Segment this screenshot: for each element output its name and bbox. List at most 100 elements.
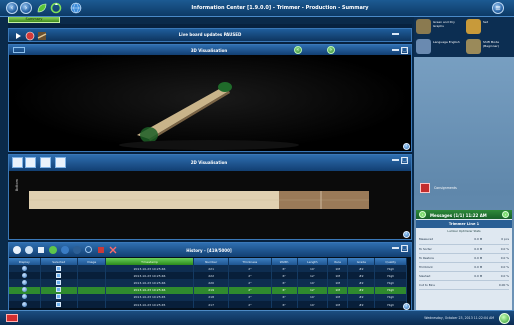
board-thumbnail-icon[interactable] [37,31,47,41]
alarm-icon[interactable] [6,314,18,322]
length-cell: 12' [297,272,329,280]
connection-ok-icon[interactable] [499,313,510,324]
tile-language[interactable]: Language English [414,37,464,57]
next-message-icon[interactable]: › [502,211,509,218]
table-row[interactable]: 2013-10-23 10:25:45 217 2" 6" 10' 1M #2 High [9,300,407,309]
select-checkbox[interactable] [56,301,62,307]
columns-icon[interactable] [40,157,51,168]
clock-icon[interactable] [72,245,82,255]
consignments-label[interactable]: Consignments [434,186,457,190]
display-toggle-icon[interactable] [21,301,27,307]
table-row[interactable]: 2013-10-23 10:25:46 220 2" 6" 10' 1M #2 High [9,279,407,287]
export-icon[interactable] [36,245,46,255]
length-cell: 10' [297,265,329,273]
minimize-icon[interactable] [392,49,399,51]
stop-icon[interactable] [25,31,35,41]
tag-icon[interactable] [96,245,106,255]
scroll-down-icon[interactable]: ˅ [403,231,410,238]
display-cell[interactable] [9,293,41,301]
shortcut-tiles: Green and Dry Graphs Set Language Englis… [414,17,514,57]
display-cell[interactable] [9,279,41,287]
column-header[interactable]: Length [297,258,329,265]
selected-cell[interactable] [40,286,79,294]
board-2d-view[interactable] [9,171,411,239]
timestamp-cell: 2013-10-23 10:25:46 [105,279,195,287]
globe-icon[interactable] [70,2,82,14]
selected-cell[interactable] [40,272,79,280]
column-header[interactable]: Timestamp [105,258,195,265]
tile-shift-mode[interactable]: Shift Mode (Beginner) [464,37,514,57]
display-toggle-icon[interactable] [21,272,27,278]
search-icon[interactable] [84,245,94,255]
refresh-icon[interactable] [24,245,34,255]
rule-cell: 1M [327,300,349,309]
maximize-icon[interactable]: □ [401,156,408,164]
select-checkbox[interactable] [56,272,62,278]
layers-icon[interactable] [55,157,66,168]
rule-cell: 1M [327,265,349,273]
tile-graphs[interactable]: Green and Dry Graphs [414,17,464,37]
board-3d-view[interactable] [9,55,411,151]
display-toggle-icon[interactable] [21,294,27,300]
table-row[interactable]: 2013-10-23 10:25:46 221 2" 6" 10' 1M #2 High [9,265,407,273]
table-row[interactable]: 2013-10-23 10:25:46 222 2" 6" 12' 1M #2 High [9,272,407,280]
tile-set[interactable]: Set [464,17,514,37]
tab-summary[interactable]: Summary [8,17,60,23]
display-toggle-icon[interactable] [21,265,27,271]
scroll-down-icon[interactable]: ˅ [403,303,410,310]
select-checkbox[interactable] [56,287,62,293]
forward-icon[interactable]: › [20,2,32,14]
stat-row: Cut to Bins 0.00 % [419,280,509,290]
panel-title: 3D Visualisation [190,47,228,53]
settings-icon[interactable]: ≡ [492,2,504,14]
minimize-icon[interactable] [392,247,399,249]
minimize-icon[interactable] [392,159,399,161]
top-view-icon[interactable] [12,157,23,168]
minimize-icon[interactable] [392,33,399,35]
column-header[interactable]: Number [193,258,230,265]
display-toggle-icon[interactable] [21,287,27,293]
selected-cell[interactable] [40,265,79,273]
grid-view-icon[interactable] [13,47,25,53]
column-header[interactable]: Thickness [228,258,272,265]
display-cell[interactable] [9,286,41,294]
select-checkbox[interactable] [56,279,62,285]
side-view-icon[interactable] [25,157,36,168]
filter-icon[interactable] [12,245,22,255]
number-cell: 219 [193,286,230,294]
rotate-left-icon[interactable]: ‹ [294,46,302,54]
ok-icon[interactable] [48,245,58,255]
recycle-icon[interactable] [50,2,62,14]
stat-pct: 0.0 % [482,262,509,272]
display-cell[interactable] [9,300,41,309]
column-header[interactable]: Rule [327,258,349,265]
column-header[interactable]: Width [271,258,298,265]
table-row[interactable]: 2013-10-23 10:25:46 219 2" 6" 12' 1M #2 High [9,286,407,294]
select-checkbox[interactable] [56,294,62,300]
column-header[interactable]: Grade [347,258,376,265]
consignments-icon[interactable] [420,183,430,193]
scroll-down-icon[interactable]: ˅ [403,143,410,150]
pause-icon[interactable] [60,245,70,255]
maximize-icon[interactable]: □ [401,244,408,252]
play-icon[interactable] [13,31,23,41]
display-toggle-icon[interactable] [21,279,27,285]
display-cell[interactable] [9,272,41,280]
selected-cell[interactable] [40,300,79,309]
green-leaf-icon[interactable] [36,2,48,14]
stat-value: 0.0 M [461,244,483,254]
delete-icon[interactable] [108,245,118,255]
column-header[interactable]: Selected [40,258,79,265]
table-row[interactable]: 2013-10-23 10:25:45 218 2" 6" 10' 1M #2 High [9,293,407,301]
column-header[interactable]: Quality [374,258,407,265]
select-checkbox[interactable] [56,265,62,271]
maximize-icon[interactable]: □ [401,46,408,54]
previous-message-icon[interactable]: ‹ [419,211,426,218]
back-icon[interactable]: ‹ [6,2,18,14]
display-cell[interactable] [9,265,41,273]
rotate-right-icon[interactable]: › [327,46,335,54]
column-header[interactable]: Image [77,258,106,265]
selected-cell[interactable] [40,279,79,287]
column-header[interactable]: Display [9,258,41,265]
selected-cell[interactable] [40,293,79,301]
